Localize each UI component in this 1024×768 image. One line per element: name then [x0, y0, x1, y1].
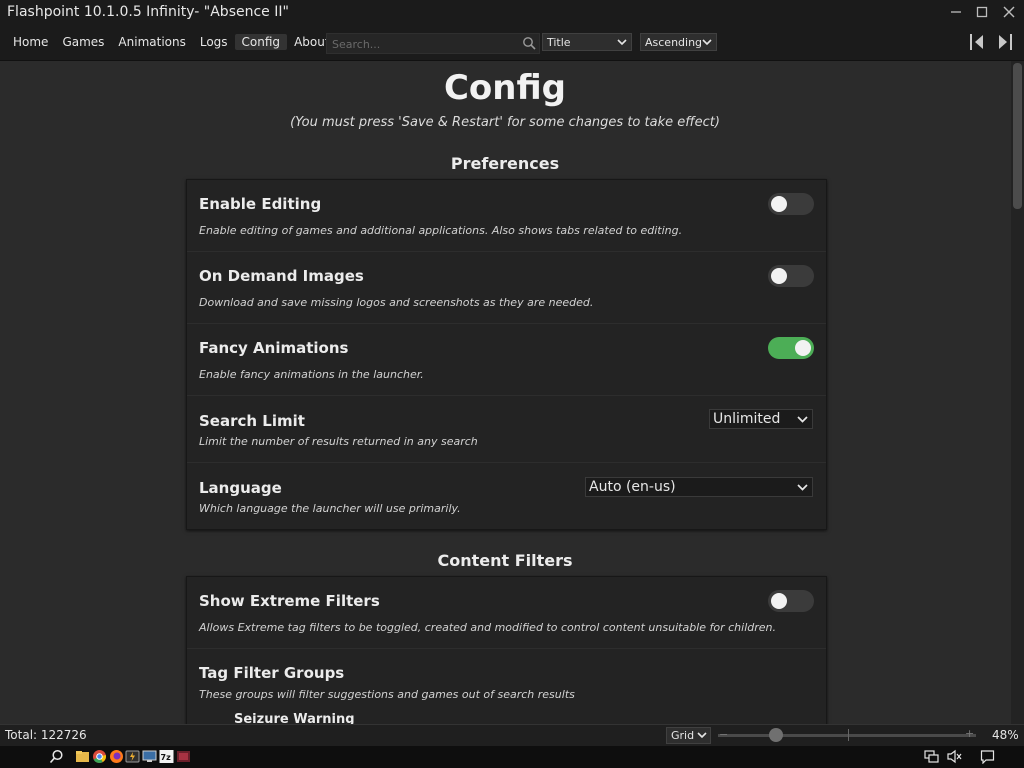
preferences-heading: Preferences: [450, 154, 560, 173]
content-filters-heading: Content Filters: [437, 551, 573, 570]
chevron-down-icon: [702, 39, 712, 46]
layout-select[interactable]: Grid: [666, 727, 711, 744]
vertical-scrollbar[interactable]: [1011, 61, 1024, 724]
zoom-percentage: 48%: [992, 728, 1019, 742]
order-by-value: Title: [547, 35, 571, 49]
chevron-down-icon: [697, 732, 707, 739]
language-title: Language: [199, 479, 282, 497]
minimize-icon: [951, 11, 961, 13]
search-input[interactable]: [330, 35, 514, 53]
zoom-slider-handle[interactable]: [769, 728, 783, 742]
search-limit-select[interactable]: Unlimited: [709, 409, 813, 429]
content-filters-panel: Show Extreme Filters Allows Extreme tag …: [186, 576, 827, 724]
restart-note: (You must press 'Save & Restart' for som…: [290, 115, 720, 130]
zoom-out-icon[interactable]: −: [719, 728, 728, 741]
nav-config[interactable]: Config: [234, 34, 288, 50]
enable-editing-toggle[interactable]: [768, 193, 814, 215]
search-limit-row: Search Limit Limit the number of results…: [187, 396, 826, 463]
enable-editing-desc: Enable editing of games and additional a…: [199, 224, 683, 237]
enable-editing-title: Enable Editing: [199, 195, 322, 213]
language-desc: Which language the launcher will use pri…: [199, 502, 461, 515]
monitor-icon[interactable]: [142, 749, 157, 764]
config-page: Config (You must press 'Save & Restart' …: [0, 61, 1010, 724]
toggle-knob: [771, 593, 787, 609]
zoom-default-tick: [848, 729, 849, 741]
title-bar: Flashpoint 10.1.0.5 Infinity- "Absence I…: [0, 0, 1024, 26]
on-demand-images-desc: Download and save missing logos and scre…: [199, 296, 594, 309]
layout-value: Grid: [671, 729, 695, 742]
maximize-icon: [976, 6, 988, 18]
firefox-icon[interactable]: [109, 749, 124, 764]
tag-filter-groups-desc: These groups will filter suggestions and…: [199, 688, 575, 701]
show-extreme-filters-title: Show Extreme Filters: [199, 592, 380, 610]
search-limit-desc: Limit the number of results returned in …: [199, 435, 478, 448]
search-box: [326, 33, 540, 54]
search-limit-value: Unlimited: [713, 411, 781, 427]
svg-text:7z: 7z: [161, 753, 172, 762]
fancy-animations-title: Fancy Animations: [199, 339, 349, 357]
maximize-button[interactable]: [972, 3, 992, 21]
toggle-left-sidebar-icon[interactable]: [967, 31, 987, 53]
fancy-animations-row: Fancy Animations Enable fancy animations…: [187, 324, 826, 396]
toggle-knob: [771, 268, 787, 284]
toggle-right-sidebar-icon[interactable]: [995, 31, 1015, 53]
show-extreme-filters-toggle[interactable]: [768, 590, 814, 612]
total-games-count: Total: 122726: [5, 728, 87, 742]
nav-animations[interactable]: Animations: [111, 34, 192, 50]
chevron-down-icon: [797, 484, 808, 491]
toggle-knob: [795, 340, 811, 356]
nav-home[interactable]: Home: [6, 34, 55, 50]
toggle-knob: [771, 196, 787, 212]
flashpoint-icon[interactable]: [125, 749, 140, 764]
header-bar: Home Games Animations Logs Config About …: [0, 26, 1024, 61]
search-icon[interactable]: [521, 35, 537, 51]
nav-games[interactable]: Games: [55, 34, 111, 50]
status-bar: Total: 122726 Grid − + 48%: [0, 724, 1024, 746]
scrollbar-thumb[interactable]: [1013, 63, 1022, 209]
on-demand-images-title: On Demand Images: [199, 267, 364, 285]
show-extreme-filters-row: Show Extreme Filters Allows Extreme tag …: [187, 577, 826, 649]
volume-muted-icon[interactable]: [947, 749, 962, 764]
minimize-button[interactable]: [946, 3, 966, 21]
chevron-down-icon: [617, 39, 627, 46]
order-direction-select[interactable]: Ascending: [640, 33, 717, 51]
language-value: Auto (en-us): [589, 479, 676, 495]
show-extreme-filters-desc: Allows Extreme tag filters to be toggled…: [199, 621, 776, 634]
notifications-icon[interactable]: [980, 749, 995, 764]
preferences-panel: Enable Editing Enable editing of games a…: [186, 179, 827, 530]
main-nav: Home Games Animations Logs Config About: [6, 34, 337, 50]
close-button[interactable]: [999, 3, 1019, 21]
network-icon[interactable]: [924, 749, 939, 764]
on-demand-images-row: On Demand Images Download and save missi…: [187, 252, 826, 324]
file-explorer-icon[interactable]: [75, 749, 90, 764]
chrome-icon[interactable]: [92, 749, 107, 764]
on-demand-images-toggle[interactable]: [768, 265, 814, 287]
language-row: Language Which language the launcher wil…: [187, 463, 826, 529]
app-icon[interactable]: [176, 749, 191, 764]
search-limit-title: Search Limit: [199, 412, 305, 430]
fancy-animations-toggle[interactable]: [768, 337, 814, 359]
os-taskbar: 7z: [0, 746, 1024, 768]
order-direction-value: Ascending: [645, 35, 703, 49]
enable-editing-row: Enable Editing Enable editing of games a…: [187, 180, 826, 252]
tag-filter-group-seizure-warning: Seizure Warning: [234, 712, 355, 724]
nav-logs[interactable]: Logs: [193, 34, 235, 50]
7zip-icon[interactable]: 7z: [159, 749, 174, 764]
page-title: Config: [443, 68, 567, 108]
window-title: Flashpoint 10.1.0.5 Infinity- "Absence I…: [7, 4, 289, 20]
tag-filter-groups-row: Tag Filter Groups These groups will filt…: [187, 649, 826, 724]
order-by-select[interactable]: Title: [542, 33, 632, 51]
tag-filter-groups-title: Tag Filter Groups: [199, 664, 345, 682]
chevron-down-icon: [797, 416, 808, 423]
close-icon: [1003, 6, 1015, 18]
search-icon[interactable]: [49, 749, 64, 764]
language-select[interactable]: Auto (en-us): [585, 477, 813, 497]
zoom-slider[interactable]: [718, 728, 976, 742]
zoom-in-icon[interactable]: +: [965, 727, 974, 740]
fancy-animations-desc: Enable fancy animations in the launcher.: [199, 368, 424, 381]
